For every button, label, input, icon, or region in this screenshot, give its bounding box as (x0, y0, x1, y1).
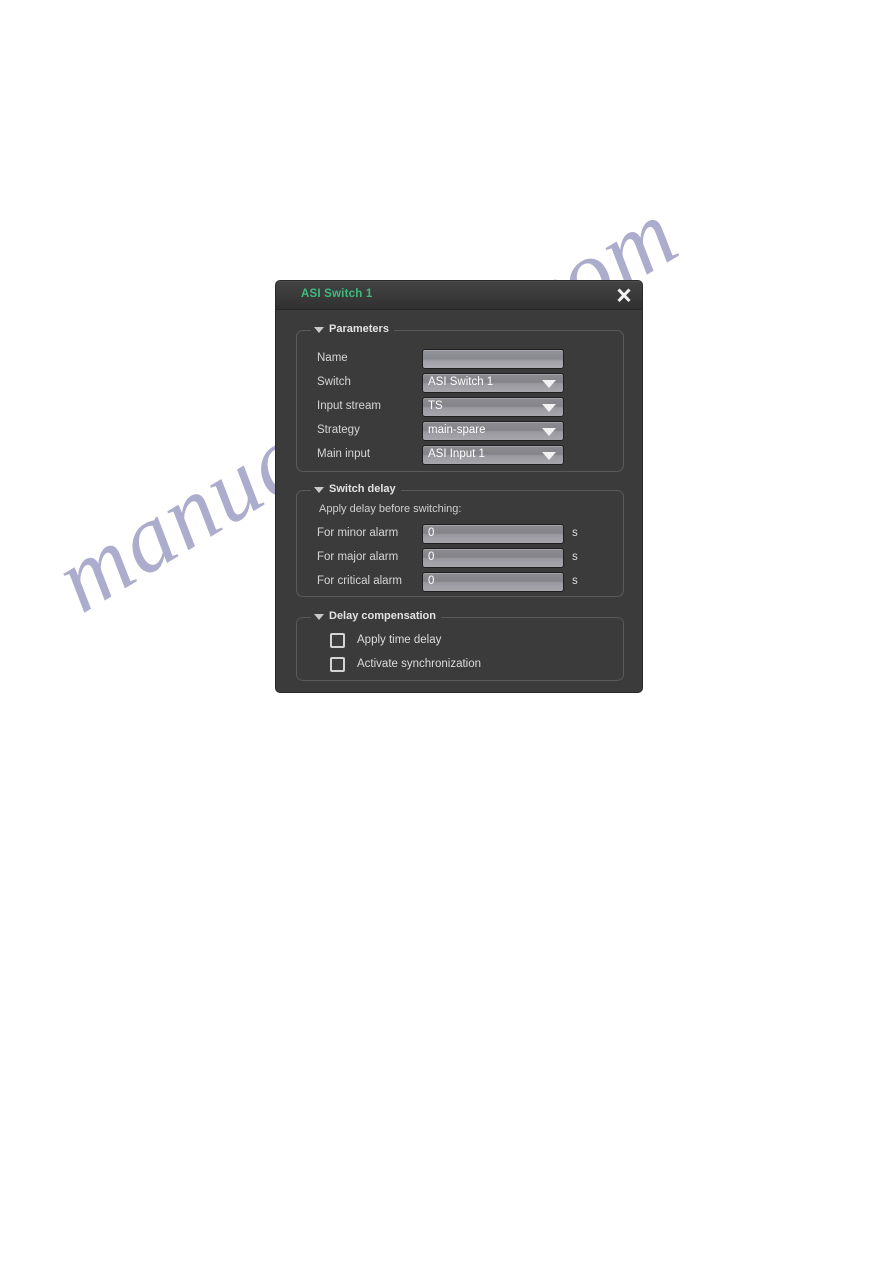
critical-alarm-input[interactable]: 0 (422, 572, 564, 592)
apply-time-delay-checkbox[interactable] (330, 633, 345, 648)
parameters-group-header[interactable]: Parameters (311, 323, 394, 335)
delay-compensation-group-label: Delay compensation (329, 610, 436, 622)
page-root: manualslive .com ASI Switch 1 Parameters (0, 0, 893, 1263)
critical-alarm-unit: s (572, 575, 578, 587)
row-critical-alarm: For critical alarm 0 s (297, 572, 623, 594)
switch-delay-group: Switch delay Apply delay before switchin… (296, 483, 624, 597)
chevron-down-icon[interactable] (542, 428, 556, 436)
main-input-dropdown[interactable]: ASI Input 1 (422, 445, 564, 465)
major-alarm-value: 0 (428, 551, 435, 563)
close-icon[interactable] (614, 286, 634, 305)
parameters-group-label: Parameters (329, 323, 389, 335)
row-main-input: Main input ASI Input 1 (297, 445, 623, 467)
parameters-group: Parameters Name Switch ASI Switch 1 Inpu… (296, 323, 624, 472)
switch-dropdown[interactable]: ASI Switch 1 (422, 373, 564, 393)
minor-alarm-unit: s (572, 527, 578, 539)
main-input-dropdown-value: ASI Input 1 (428, 448, 485, 460)
switch-delay-hint: Apply delay before switching: (319, 503, 462, 515)
apply-time-delay-label: Apply time delay (357, 634, 442, 646)
switch-delay-group-header[interactable]: Switch delay (311, 483, 401, 495)
label-critical-alarm: For critical alarm (317, 575, 402, 587)
row-major-alarm: For major alarm 0 s (297, 548, 623, 570)
switch-delay-group-label: Switch delay (329, 483, 396, 495)
minor-alarm-input[interactable]: 0 (422, 524, 564, 544)
asi-switch-dialog: ASI Switch 1 Parameters Name Switch ASI … (276, 281, 642, 692)
row-strategy: Strategy main-spare (297, 421, 623, 443)
delay-compensation-group: Delay compensation Apply time delay Acti… (296, 610, 624, 681)
switch-delay-hint-row: Apply delay before switching: (297, 503, 623, 525)
row-minor-alarm: For minor alarm 0 s (297, 524, 623, 546)
activate-synchronization-checkbox[interactable] (330, 657, 345, 672)
name-input[interactable] (422, 349, 564, 369)
label-major-alarm: For major alarm (317, 551, 399, 563)
label-name: Name (317, 352, 348, 364)
strategy-dropdown-value: main-spare (428, 424, 486, 436)
major-alarm-input[interactable]: 0 (422, 548, 564, 568)
row-name: Name (297, 349, 623, 371)
strategy-dropdown[interactable]: main-spare (422, 421, 564, 441)
triangle-down-icon[interactable] (314, 613, 324, 620)
delay-compensation-group-header[interactable]: Delay compensation (311, 610, 441, 622)
label-strategy: Strategy (317, 424, 360, 436)
label-main-input: Main input (317, 448, 371, 460)
switch-dropdown-value: ASI Switch 1 (428, 376, 494, 388)
major-alarm-unit: s (572, 551, 578, 563)
label-switch: Switch (317, 376, 351, 388)
dialog-titlebar[interactable]: ASI Switch 1 (276, 281, 642, 310)
dialog-body: Parameters Name Switch ASI Switch 1 Inpu… (276, 310, 642, 692)
input-stream-dropdown[interactable]: TS (422, 397, 564, 417)
triangle-down-icon[interactable] (314, 326, 324, 333)
chevron-down-icon[interactable] (542, 452, 556, 460)
triangle-down-icon[interactable] (314, 486, 324, 493)
input-stream-dropdown-value: TS (428, 400, 443, 412)
critical-alarm-value: 0 (428, 575, 435, 587)
dialog-title: ASI Switch 1 (301, 288, 373, 300)
row-input-stream: Input stream TS (297, 397, 623, 419)
label-minor-alarm: For minor alarm (317, 527, 399, 539)
row-switch: Switch ASI Switch 1 (297, 373, 623, 395)
label-input-stream: Input stream (317, 400, 381, 412)
chevron-down-icon[interactable] (542, 380, 556, 388)
activate-synchronization-label: Activate synchronization (357, 658, 482, 670)
minor-alarm-value: 0 (428, 527, 435, 539)
chevron-down-icon[interactable] (542, 404, 556, 412)
